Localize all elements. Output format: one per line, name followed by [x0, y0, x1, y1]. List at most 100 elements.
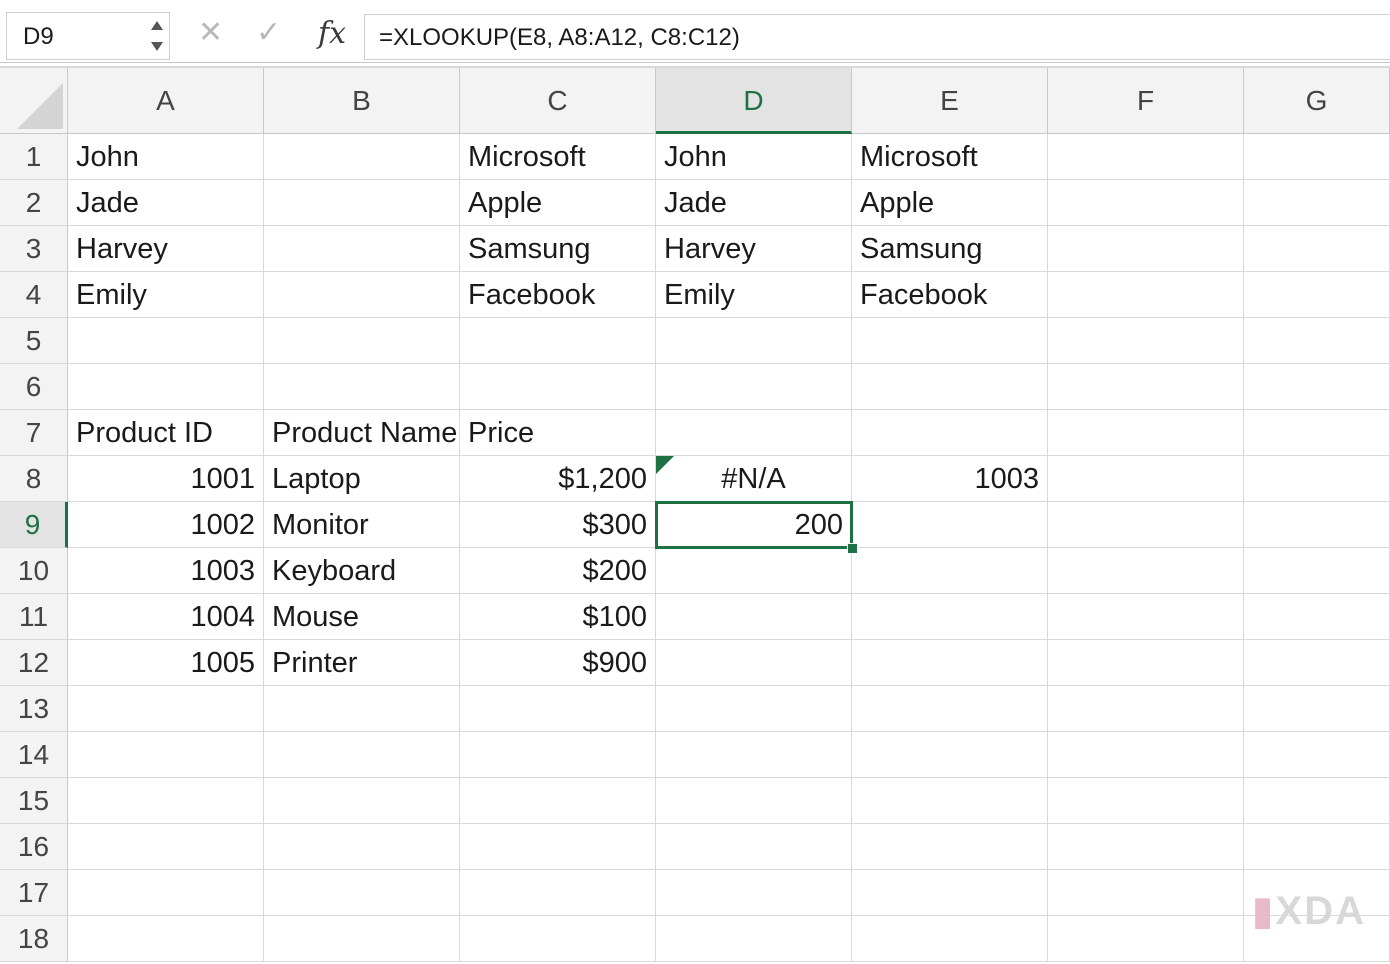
cell-d12[interactable] — [656, 640, 852, 686]
cell-a16[interactable] — [68, 824, 264, 870]
cell-c13[interactable] — [460, 686, 656, 732]
cell-a2[interactable]: Jade — [68, 180, 264, 226]
row-header-13[interactable]: 13 — [0, 686, 68, 732]
cell-g15[interactable] — [1244, 778, 1390, 824]
cell-f13[interactable] — [1048, 686, 1244, 732]
column-header-d[interactable]: D — [656, 68, 852, 134]
cell-f6[interactable] — [1048, 364, 1244, 410]
cell-e16[interactable] — [852, 824, 1048, 870]
cell-c5[interactable] — [460, 318, 656, 364]
cell-a15[interactable] — [68, 778, 264, 824]
cell-b10[interactable]: Keyboard — [264, 548, 460, 594]
row-header-14[interactable]: 14 — [0, 732, 68, 778]
cell-b9[interactable]: Monitor — [264, 502, 460, 548]
row-header-8[interactable]: 8 — [0, 456, 68, 502]
cell-e4[interactable]: Facebook — [852, 272, 1048, 318]
cell-d10[interactable] — [656, 548, 852, 594]
cell-d8[interactable]: #N/A — [656, 456, 852, 502]
cell-b12[interactable]: Printer — [264, 640, 460, 686]
cell-f17[interactable] — [1048, 870, 1244, 916]
cell-d7[interactable] — [656, 410, 852, 456]
cell-g9[interactable] — [1244, 502, 1390, 548]
cell-g7[interactable] — [1244, 410, 1390, 456]
cell-e17[interactable] — [852, 870, 1048, 916]
row-header-17[interactable]: 17 — [0, 870, 68, 916]
column-header-f[interactable]: F — [1048, 68, 1244, 134]
cell-b13[interactable] — [264, 686, 460, 732]
cell-a8[interactable]: 1001 — [68, 456, 264, 502]
select-all-button[interactable] — [0, 68, 68, 134]
cell-g5[interactable] — [1244, 318, 1390, 364]
name-box[interactable]: D9 — [6, 12, 170, 60]
cell-b2[interactable] — [264, 180, 460, 226]
cell-a9[interactable]: 1002 — [68, 502, 264, 548]
cell-c17[interactable] — [460, 870, 656, 916]
cell-f7[interactable] — [1048, 410, 1244, 456]
cell-d6[interactable] — [656, 364, 852, 410]
arrow-down-icon[interactable] — [151, 42, 163, 51]
cell-c9[interactable]: $300 — [460, 502, 656, 548]
cell-b16[interactable] — [264, 824, 460, 870]
cell-e5[interactable] — [852, 318, 1048, 364]
cell-f3[interactable] — [1048, 226, 1244, 272]
cell-d18[interactable] — [656, 916, 852, 962]
name-box-spinner[interactable] — [149, 17, 165, 55]
cell-f18[interactable] — [1048, 916, 1244, 962]
cell-f9[interactable] — [1048, 502, 1244, 548]
cell-f8[interactable] — [1048, 456, 1244, 502]
column-header-b[interactable]: B — [264, 68, 460, 134]
cell-e3[interactable]: Samsung — [852, 226, 1048, 272]
cell-e2[interactable]: Apple — [852, 180, 1048, 226]
cell-b1[interactable] — [264, 134, 460, 180]
cell-a1[interactable]: John — [68, 134, 264, 180]
cell-e15[interactable] — [852, 778, 1048, 824]
cell-g14[interactable] — [1244, 732, 1390, 778]
cell-a4[interactable]: Emily — [68, 272, 264, 318]
cell-d17[interactable] — [656, 870, 852, 916]
row-header-7[interactable]: 7 — [0, 410, 68, 456]
row-header-16[interactable]: 16 — [0, 824, 68, 870]
cell-g1[interactable] — [1244, 134, 1390, 180]
cell-f2[interactable] — [1048, 180, 1244, 226]
row-header-10[interactable]: 10 — [0, 548, 68, 594]
cell-e9[interactable] — [852, 502, 1048, 548]
cell-e12[interactable] — [852, 640, 1048, 686]
column-header-c[interactable]: C — [460, 68, 656, 134]
cell-e10[interactable] — [852, 548, 1048, 594]
cell-b15[interactable] — [264, 778, 460, 824]
cell-g10[interactable] — [1244, 548, 1390, 594]
cell-e1[interactable]: Microsoft — [852, 134, 1048, 180]
cell-e11[interactable] — [852, 594, 1048, 640]
cell-a10[interactable]: 1003 — [68, 548, 264, 594]
cell-a6[interactable] — [68, 364, 264, 410]
row-header-5[interactable]: 5 — [0, 318, 68, 364]
cell-b11[interactable]: Mouse — [264, 594, 460, 640]
cell-f15[interactable] — [1048, 778, 1244, 824]
cell-e18[interactable] — [852, 916, 1048, 962]
cell-b7[interactable]: Product Name — [264, 410, 460, 456]
cell-c11[interactable]: $100 — [460, 594, 656, 640]
cell-a18[interactable] — [68, 916, 264, 962]
row-header-9[interactable]: 9 — [0, 502, 68, 548]
cell-b14[interactable] — [264, 732, 460, 778]
row-header-12[interactable]: 12 — [0, 640, 68, 686]
cell-c1[interactable]: Microsoft — [460, 134, 656, 180]
cell-f14[interactable] — [1048, 732, 1244, 778]
cell-a13[interactable] — [68, 686, 264, 732]
cell-b17[interactable] — [264, 870, 460, 916]
cell-a7[interactable]: Product ID — [68, 410, 264, 456]
close-icon[interactable]: ✕ — [198, 18, 223, 48]
spreadsheet-grid[interactable]: A B C D E F G 1 John Microsoft John Microsoft 2 Jade A… — [0, 66, 1390, 964]
column-header-a[interactable]: A — [68, 68, 264, 134]
cell-g3[interactable] — [1244, 226, 1390, 272]
cell-f5[interactable] — [1048, 318, 1244, 364]
cell-c14[interactable] — [460, 732, 656, 778]
cell-c3[interactable]: Samsung — [460, 226, 656, 272]
row-header-6[interactable]: 6 — [0, 364, 68, 410]
cell-a12[interactable]: 1005 — [68, 640, 264, 686]
cell-d14[interactable] — [656, 732, 852, 778]
cell-d3[interactable]: Harvey — [656, 226, 852, 272]
cell-g16[interactable] — [1244, 824, 1390, 870]
cell-g11[interactable] — [1244, 594, 1390, 640]
cell-d4[interactable]: Emily — [656, 272, 852, 318]
